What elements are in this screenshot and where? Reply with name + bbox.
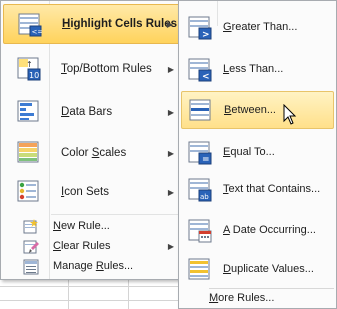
between-icon	[189, 99, 213, 123]
new-rule-icon	[23, 219, 39, 235]
top-bottom-rules-icon: ↑ 10	[17, 57, 41, 81]
submenu-item-less-than[interactable]: < Less Than...	[181, 51, 334, 89]
menu-separator	[209, 288, 334, 289]
menu-item-label: Data Bars	[61, 106, 113, 118]
menu-item-color-scales[interactable]: Color Scales ▶	[3, 133, 180, 173]
menu-item-label: Highlight Cells Rules	[62, 18, 178, 30]
text-contains-icon: ab	[188, 178, 212, 202]
duplicate-values-icon	[188, 258, 212, 282]
manage-rules-icon	[23, 259, 39, 275]
menu-item-manage-rules[interactable]: Manage Rules...	[3, 257, 180, 277]
icon-sets-icon	[17, 180, 41, 204]
submenu-item-equal-to[interactable]: = Equal To...	[181, 134, 334, 172]
submenu-arrow-icon: ▶	[167, 148, 174, 158]
menu-item-new-rule[interactable]: New Rule...	[3, 217, 180, 237]
submenu-arrow-icon: ▶	[167, 107, 174, 117]
conditional-formatting-menu: <= Highlight Cells Rules ▶ ↑ 10 Top/Bott…	[0, 0, 183, 280]
svg-text:<: <	[202, 72, 210, 82]
menu-item-data-bars[interactable]: Data Bars ▶	[3, 92, 180, 132]
equal-to-icon: =	[188, 141, 212, 165]
highlight-cells-submenu: > Greater Than... < Less Than... Between…	[178, 0, 337, 309]
submenu-item-label: Text that Contains...	[223, 183, 321, 195]
menu-item-icon-sets[interactable]: Icon Sets ▶	[3, 172, 180, 212]
menu-item-label: Color Scales	[61, 147, 127, 159]
submenu-arrow-icon: ▶	[167, 187, 174, 197]
highlight-cells-rules-icon: <=	[18, 13, 43, 37]
svg-text:↑: ↑	[26, 60, 33, 69]
submenu-arrow-icon: ▶	[167, 242, 174, 251]
submenu-item-between[interactable]: Between...	[181, 91, 334, 129]
svg-text:>: >	[202, 30, 210, 40]
color-scales-icon	[17, 141, 41, 165]
submenu-item-label: Duplicate Values...	[223, 263, 314, 275]
submenu-item-label: A Date Occurring...	[223, 224, 316, 236]
menu-item-clear-rules[interactable]: Clear Rules ▶	[3, 237, 180, 257]
menu-item-label: Icon Sets	[61, 186, 109, 198]
menu-separator	[51, 214, 178, 215]
greater-than-icon: >	[188, 16, 212, 40]
menu-item-top-bottom-rules[interactable]: ↑ 10 Top/Bottom Rules ▶	[3, 49, 180, 89]
data-bars-icon	[17, 100, 41, 124]
submenu-item-text-contains[interactable]: ab Text that Contains...	[181, 171, 334, 209]
submenu-item-label: Equal To...	[223, 146, 275, 158]
less-than-icon: <	[188, 58, 212, 82]
menu-item-highlight-cells-rules[interactable]: <= Highlight Cells Rules ▶	[3, 4, 180, 44]
more-rules-link[interactable]: More Rules...	[209, 292, 274, 304]
date-occurring-icon	[188, 219, 212, 243]
svg-text:=: =	[202, 155, 210, 165]
menu-item-label: Top/Bottom Rules	[61, 63, 152, 75]
submenu-item-date-occurring[interactable]: A Date Occurring...	[181, 212, 334, 250]
menu-item-label: Manage Rules...	[53, 260, 134, 272]
submenu-arrow-icon: ▶	[167, 64, 174, 74]
svg-text:10: 10	[29, 71, 39, 80]
clear-rules-icon	[23, 239, 39, 255]
menu-item-label: Clear Rules	[53, 240, 111, 252]
svg-text:<=: <=	[32, 28, 43, 36]
submenu-arrow-icon: ▶	[166, 19, 173, 29]
mouse-cursor-icon	[283, 104, 297, 125]
submenu-item-label: Less Than...	[223, 63, 284, 75]
svg-text:ab: ab	[200, 193, 209, 201]
submenu-item-label: Greater Than...	[223, 21, 298, 33]
submenu-item-greater-than[interactable]: > Greater Than...	[181, 9, 334, 47]
submenu-item-label: Between...	[224, 104, 276, 116]
menu-item-label: New Rule...	[53, 220, 110, 232]
submenu-item-duplicate-values[interactable]: Duplicate Values...	[181, 251, 334, 289]
